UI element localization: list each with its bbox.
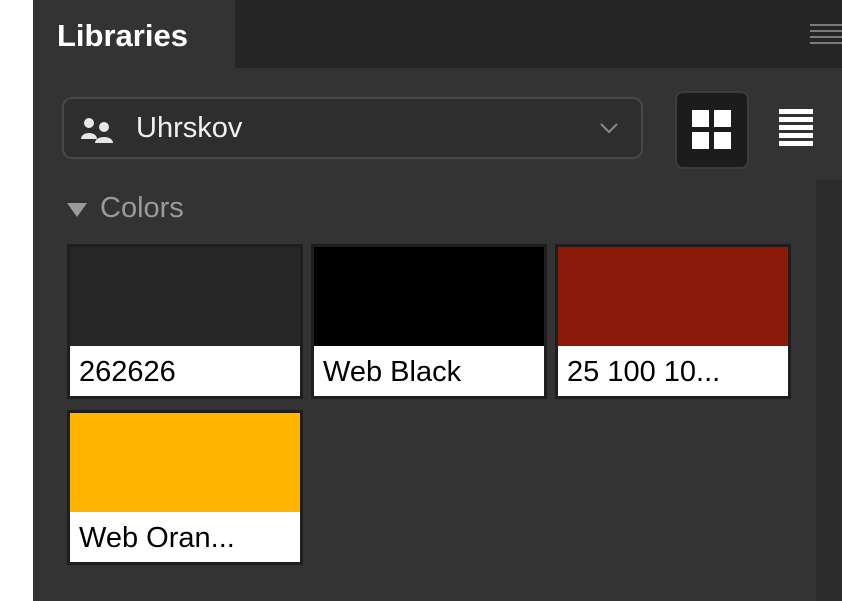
color-swatch[interactable]: Web Black	[311, 244, 547, 399]
swatch-name: Web Oran...	[70, 512, 300, 562]
library-dropdown[interactable]: Uhrskov	[62, 97, 643, 159]
swatch-name: 25 100 10...	[558, 346, 788, 396]
color-swatch[interactable]: 25 100 10...	[555, 244, 791, 399]
tab-libraries[interactable]: Libraries	[33, 0, 235, 68]
swatch-name: Web Black	[314, 346, 544, 396]
swatch-fill	[70, 247, 300, 346]
chevron-down-icon	[600, 123, 618, 134]
panel-tab-bar: Libraries	[33, 0, 842, 68]
shared-library-icon	[81, 118, 113, 143]
tab-libraries-label: Libraries	[57, 18, 188, 53]
swatch-fill	[70, 413, 300, 512]
color-swatch[interactable]: 262626	[67, 244, 303, 399]
swatch-fill	[314, 247, 544, 346]
libraries-panel: Libraries Uhrskov Colors 262626 Web Blac…	[33, 0, 842, 601]
list-view-button[interactable]	[771, 91, 827, 169]
grid-view-icon	[692, 110, 731, 149]
panel-menu-icon[interactable]	[810, 24, 842, 46]
list-view-icon	[779, 109, 813, 146]
library-name: Uhrskov	[136, 112, 243, 144]
color-swatch[interactable]: Web Oran...	[67, 410, 303, 565]
swatch-name: 262626	[70, 346, 300, 396]
scrollbar-track[interactable]	[816, 180, 842, 601]
caret-down-icon	[67, 203, 87, 217]
section-label: Colors	[100, 192, 184, 224]
swatch-fill	[558, 247, 788, 346]
grid-view-button[interactable]	[675, 91, 749, 169]
